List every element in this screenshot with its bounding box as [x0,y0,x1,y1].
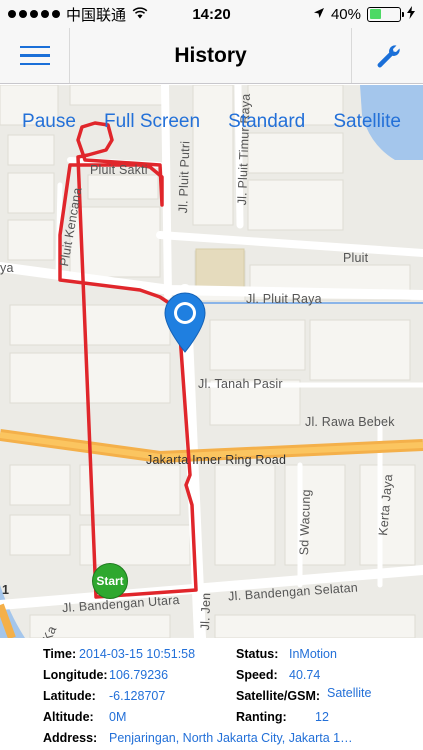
longitude-value: 106.79236 [109,668,169,682]
info-row-time: Time: 2014-03-15 10:51:58 Status: InMoti… [0,647,423,668]
map-controls: Pause Full Screen Standard Satellite [0,111,423,133]
latitude-label: Latitude: [43,689,96,703]
map-view[interactable]: Pluit Sakti Pluit Kencana Jl. Pluit Putr… [0,85,423,638]
info-row-latitude: Latitude: -6.128707 Satellite/GSM: Satel… [0,686,423,710]
settings-button[interactable] [351,28,423,83]
wrench-icon [377,44,400,67]
street-label: Jl. Tanah Pasir [198,377,283,391]
info-row-address: Address: Penjaringan, North Jakarta City… [0,731,423,750]
info-row-altitude: Altitude: 0M Ranting: 12 [0,710,423,731]
time-label: Time: [43,647,77,661]
ranting-label: Ranting: [236,710,287,724]
address-value: Penjaringan, North Jakarta City, Jakarta… [109,731,353,745]
page-title: History [174,43,247,67]
street-label: Jl. Pluit Raya [246,292,322,306]
street-label: Jl. Rawa Bebek [305,415,395,429]
pause-button[interactable]: Pause [22,111,76,133]
address-label: Address: [43,731,98,745]
longitude-label: Longitude: [43,668,108,682]
wifi-icon [132,6,148,22]
street-label: Jl. Jen [198,592,214,631]
street-label: Pluit Sakti [90,163,148,177]
satellite-button[interactable]: Satellite [333,111,401,133]
navigation-bar: History [0,28,423,84]
latitude-value: -6.128707 [109,689,166,703]
charging-icon [407,5,415,23]
carrier-name: 中国联通 [66,6,127,24]
location-pin-icon[interactable] [163,292,207,359]
full-screen-button[interactable]: Full Screen [104,111,200,133]
status-label: Status: [236,647,279,661]
satellite-gsm-label: Satellite/GSM: [236,689,321,703]
menu-button[interactable] [0,28,70,83]
street-label: Sd Wacung [297,489,314,556]
altitude-label: Altitude: [43,710,94,724]
hamburger-icon [19,45,50,49]
speed-label: Speed: [236,668,278,682]
status-value: InMotion [289,647,337,661]
street-label: ya [0,261,14,275]
ranting-value: 12 [315,710,329,724]
speed-value: 40.74 [289,668,321,682]
route-number: 1 [2,583,10,597]
status-bar: 中国联通 14:20 40% [0,0,423,28]
start-marker[interactable]: Start [92,563,128,599]
altitude-value: 0M [109,710,127,724]
time-value: 2014-03-15 10:51:58 [79,647,196,661]
satellite-gsm-value: Satellite [327,686,372,700]
street-label: Pluit [343,251,369,265]
info-panel: Time: 2014-03-15 10:51:58 Status: InMoti… [0,638,423,750]
standard-button[interactable]: Standard [228,111,305,133]
battery-icon [367,6,404,22]
battery-percent: 40% [330,5,361,23]
location-arrow-icon [313,6,325,23]
street-label: Jakarta Inner Ring Road [146,453,287,467]
signal-strength-icon [8,10,60,18]
street-label: Jl. Pluit Putri [176,140,193,214]
